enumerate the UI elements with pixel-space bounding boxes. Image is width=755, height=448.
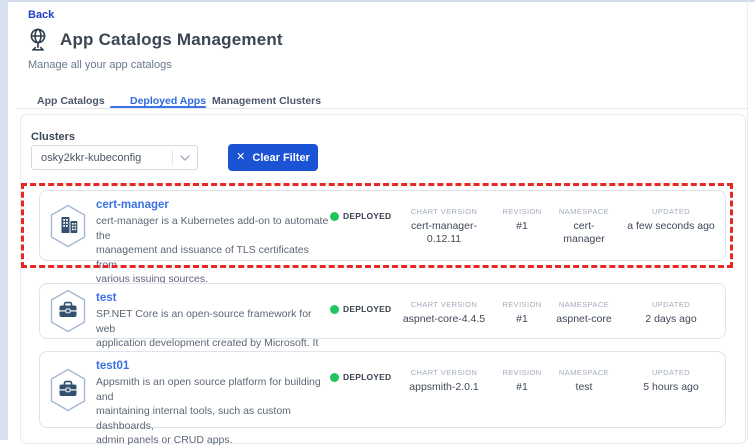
namespace-column: NAMESPACE cert- manager xyxy=(552,207,616,260)
status-dot-icon xyxy=(330,305,339,314)
revision-column: REVISION #1 xyxy=(492,207,552,260)
revision-label: REVISION xyxy=(492,300,552,309)
status-label: DEPLOYED xyxy=(343,372,391,382)
revision-label: REVISION xyxy=(492,207,552,216)
card-meta-columns: CHART VERSION aspnet-core-4.4.5 REVISION… xyxy=(396,284,726,338)
revision-column: REVISION #1 xyxy=(492,300,552,338)
left-edge-strip xyxy=(0,0,8,440)
chart-version-value: cert-manager-0.12.11 xyxy=(396,220,492,246)
app-description: Appsmith is an open source platform for … xyxy=(96,375,330,448)
updated-column: UPDATED 2 days ago xyxy=(616,300,726,338)
chart-version-label: CHART VERSION xyxy=(396,368,492,377)
revision-value: #1 xyxy=(492,313,552,326)
status-dot-icon xyxy=(330,212,339,221)
status-badge: DEPLOYED xyxy=(330,284,396,338)
app-name-link[interactable]: test xyxy=(96,292,330,304)
revision-column: REVISION #1 xyxy=(492,368,552,427)
deployed-app-card-cert-manager: cert-manager cert-manager is a Kubernete… xyxy=(39,190,726,261)
app-name-link[interactable]: test01 xyxy=(96,360,330,372)
page-title: App Catalogs Management xyxy=(60,30,283,50)
clusters-select-value: osky2kkr-kubeconfig xyxy=(32,152,172,164)
namespace-column: NAMESPACE test xyxy=(552,368,616,427)
chart-version-value: aspnet-core-4.4.5 xyxy=(396,313,492,326)
chart-version-value: appsmith-2.0.1 xyxy=(396,381,492,394)
clear-filter-button[interactable]: ✕ Clear Filter xyxy=(228,144,318,171)
chart-version-column: CHART VERSION appsmith-2.0.1 xyxy=(396,368,492,427)
namespace-label: NAMESPACE xyxy=(552,300,616,309)
status-dot-icon xyxy=(330,373,339,382)
namespace-label: NAMESPACE xyxy=(552,207,616,216)
status-badge: DEPLOYED xyxy=(330,352,396,427)
clusters-label: Clusters xyxy=(31,131,75,143)
status-label: DEPLOYED xyxy=(343,211,391,221)
chart-version-column: CHART VERSION aspnet-core-4.4.5 xyxy=(396,300,492,338)
updated-value: 5 hours ago xyxy=(616,381,726,394)
deployed-app-card-test01: test01 Appsmith is an open source platfo… xyxy=(39,351,726,428)
updated-label: UPDATED xyxy=(616,368,726,377)
card-meta-columns: CHART VERSION cert-manager-0.12.11 REVIS… xyxy=(396,191,726,260)
chevron-down-icon[interactable] xyxy=(173,155,197,161)
namespace-column: NAMESPACE aspnet-core xyxy=(552,300,616,338)
namespace-value: cert- manager xyxy=(552,220,616,246)
card-text-block: test SP.NET Core is an open-source frame… xyxy=(96,284,330,338)
updated-value: a few seconds ago xyxy=(616,220,726,233)
deployed-app-card-test: test SP.NET Core is an open-source frame… xyxy=(39,283,726,339)
tab-app-catalogs[interactable]: App Catalogs xyxy=(37,95,105,107)
revision-value: #1 xyxy=(492,220,552,233)
app-description: cert-manager is a Kubernetes add-on to a… xyxy=(96,214,330,287)
buildings-hexagon-icon xyxy=(49,204,87,248)
page-header: App Catalogs Management xyxy=(26,27,283,53)
revision-value: #1 xyxy=(492,381,552,394)
clusters-select[interactable]: osky2kkr-kubeconfig xyxy=(31,145,198,170)
clear-filter-label: Clear Filter xyxy=(252,152,309,164)
updated-label: UPDATED xyxy=(616,207,726,216)
tab-management-clusters[interactable]: Management Clusters xyxy=(212,95,321,107)
chart-version-column: CHART VERSION cert-manager-0.12.11 xyxy=(396,207,492,260)
chart-version-label: CHART VERSION xyxy=(396,207,492,216)
briefcase-hexagon-icon xyxy=(49,289,87,333)
status-badge: DEPLOYED xyxy=(330,191,396,260)
status-label: DEPLOYED xyxy=(343,304,391,314)
updated-column: UPDATED 5 hours ago xyxy=(616,368,726,427)
x-icon: ✕ xyxy=(236,152,245,163)
updated-label: UPDATED xyxy=(616,300,726,309)
revision-label: REVISION xyxy=(492,368,552,377)
page-subtitle: Manage all your app catalogs xyxy=(28,59,172,71)
card-meta-columns: CHART VERSION appsmith-2.0.1 REVISION #1… xyxy=(396,352,726,427)
right-border-line xyxy=(747,0,748,440)
updated-column: UPDATED a few seconds ago xyxy=(616,207,726,260)
tabs-bottom-border xyxy=(16,108,747,109)
app-name-link[interactable]: cert-manager xyxy=(96,199,330,211)
chart-version-label: CHART VERSION xyxy=(396,300,492,309)
briefcase-hexagon-icon xyxy=(49,368,87,412)
card-text-block: test01 Appsmith is an open source platfo… xyxy=(96,352,330,427)
namespace-value: aspnet-core xyxy=(552,313,616,326)
globe-icon xyxy=(26,27,50,53)
namespace-label: NAMESPACE xyxy=(552,368,616,377)
card-text-block: cert-manager cert-manager is a Kubernete… xyxy=(96,191,330,260)
updated-value: 2 days ago xyxy=(616,313,726,326)
top-border-line xyxy=(8,0,755,2)
namespace-value: test xyxy=(552,381,616,394)
back-link[interactable]: Back xyxy=(28,9,54,21)
